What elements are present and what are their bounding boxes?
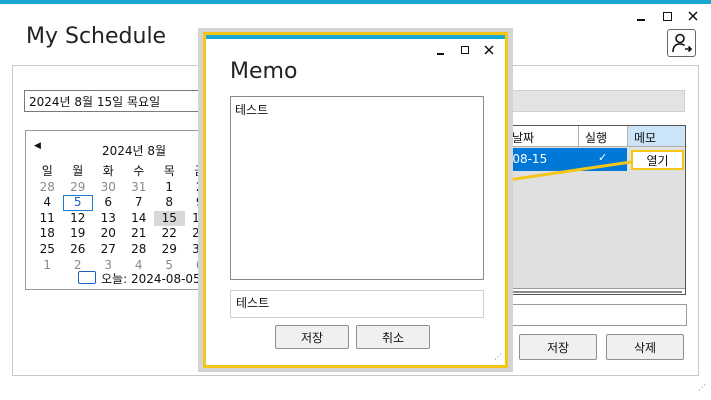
close-icon (484, 45, 494, 55)
dialog-close-button[interactable] (479, 40, 499, 60)
dialog-cancel-button[interactable]: 취소 (356, 325, 430, 349)
dialog-resize-grip-icon[interactable]: ⋰ (494, 353, 502, 361)
dialog-save-button[interactable]: 저장 (275, 325, 349, 349)
memo-textarea[interactable]: 테스트 (230, 96, 484, 280)
minimize-icon (436, 53, 444, 55)
memo-dialog: Memo 테스트 테스트 저장 취소 ⋰ (203, 32, 508, 368)
dialog-accent-bar (206, 35, 505, 39)
dialog-maximize-button[interactable] (455, 40, 475, 60)
dialog-minimize-button[interactable] (430, 40, 450, 60)
maximize-icon (461, 46, 469, 54)
dialog-title: Memo (230, 59, 298, 84)
memo-input[interactable]: 테스트 (230, 290, 484, 318)
